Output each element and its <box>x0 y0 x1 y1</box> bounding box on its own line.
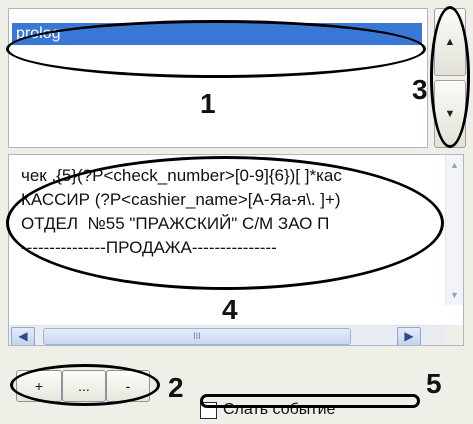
list-item[interactable]: prolog <box>12 23 422 45</box>
browse-button[interactable]: ... <box>62 370 106 402</box>
move-down-button[interactable]: ▼ <box>434 80 466 148</box>
arrow-down-icon: ▼ <box>444 108 456 120</box>
scrollbar-corner <box>445 325 463 345</box>
checkbox-box[interactable] <box>200 401 217 419</box>
annotation-number-4: 4 <box>222 294 238 325</box>
send-event-label: Слать событие <box>223 401 336 418</box>
editor-line: ---------------ПРОДАЖА--------------- <box>21 238 277 257</box>
editor-line: чек .{5}(?P<check_number>[0-9]{6})[ ]*ка… <box>21 166 342 185</box>
scroll-up-icon[interactable]: ▲ <box>447 157 462 173</box>
annotation-number-5: 5 <box>426 368 442 399</box>
annotation-number-3: 3 <box>412 74 428 105</box>
move-up-button[interactable]: ▲ <box>434 8 466 76</box>
arrow-up-icon: ▲ <box>444 36 456 48</box>
annotation-number-2: 2 <box>168 372 184 403</box>
annotation-number-1: 1 <box>200 88 216 119</box>
editor-line: ОТДЕЛ №55 "ПРАЖСКИЙ" С/М ЗАО П <box>21 214 330 233</box>
editor-line: КАССИР (?P<cashier_name>[А-Яа-я\. ]+) <box>21 190 341 209</box>
remove-button[interactable]: - <box>106 370 150 402</box>
send-event-checkbox[interactable]: Слать событие <box>200 396 415 424</box>
scroll-thumb[interactable]: III <box>43 328 351 345</box>
add-button[interactable]: + <box>16 370 62 402</box>
horizontal-scrollbar[interactable]: ◀ III ▶ <box>9 325 463 345</box>
vertical-scrollbar[interactable]: ▲ ▼ <box>445 155 463 305</box>
scroll-down-icon[interactable]: ▼ <box>447 287 462 303</box>
scroll-left-button[interactable]: ◀ <box>11 327 35 345</box>
scroll-right-button[interactable]: ▶ <box>397 327 421 345</box>
script-listbox[interactable]: prolog <box>8 8 428 148</box>
